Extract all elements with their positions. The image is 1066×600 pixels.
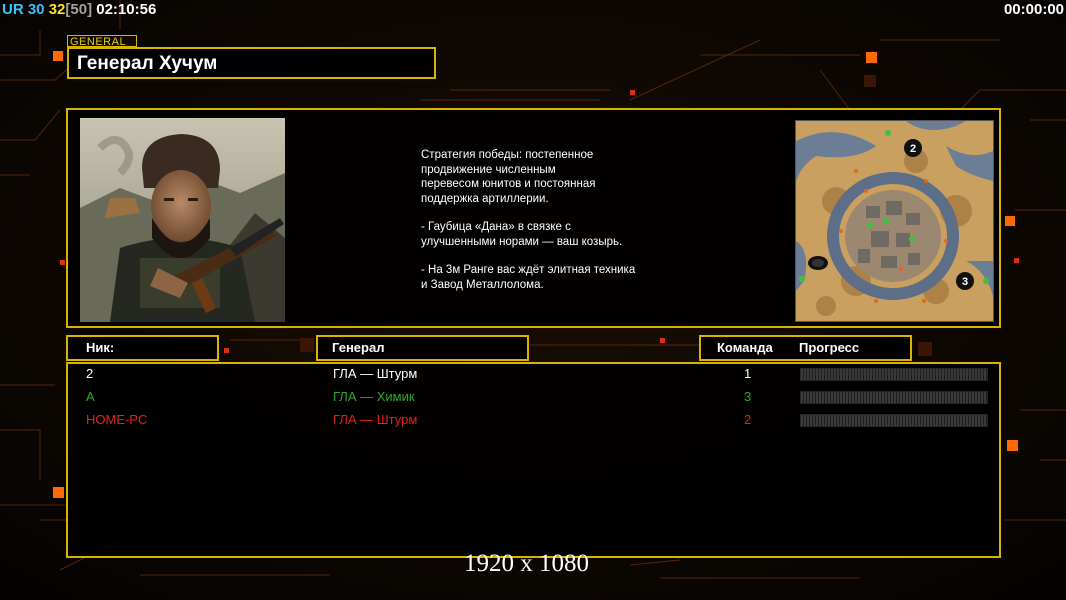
- player-general: ГЛА — Химик: [333, 389, 415, 404]
- desc-line: Стратегия победы: постепенное: [421, 149, 594, 161]
- progress-bar: [800, 414, 988, 427]
- hud-bracket-value: [50]: [65, 1, 93, 18]
- desc-line: поддержка артиллерии.: [421, 192, 549, 205]
- desc-line: - На 3м Ранге вас ждёт элитная техника: [421, 264, 636, 276]
- nick-header-label: Ник:: [86, 340, 115, 355]
- resolution-label: 1920 x 1080: [464, 550, 589, 577]
- desc-line: и Завод Металлолома.: [421, 278, 544, 291]
- hud-stats: UR 30 32[50] 02:10:56: [2, 1, 156, 18]
- desc-line: улучшенными норами — ваш козырь.: [421, 235, 623, 248]
- player-general: ГЛА — Штурм: [333, 366, 418, 381]
- team-header-label: Команда: [717, 340, 773, 355]
- player-team: 1: [744, 366, 752, 381]
- hud-timer: 00:00:00: [1003, 1, 1064, 18]
- general-info-panel: Стратегия победы: постепенное продвижени…: [66, 108, 1001, 328]
- player-team: 3: [744, 389, 752, 404]
- hud-value-1: 30: [27, 1, 45, 18]
- progress-header-label: Прогресс: [799, 340, 860, 355]
- general-portrait: [80, 118, 285, 322]
- map-preview[interactable]: 2 3: [795, 120, 994, 322]
- progress-bar: [800, 391, 988, 404]
- player-list: 2 ГЛА — Штурм 1 A ГЛА — Химик 3 HOME-PC …: [66, 362, 1001, 558]
- general-column-header: Генерал: [316, 335, 529, 361]
- general-description: Стратегия победы: постепенное продвижени…: [421, 148, 721, 306]
- map-spot-label: 3: [962, 276, 968, 288]
- desc-line: - Гаубица «Дана» в связке с: [421, 221, 571, 233]
- general-title-box: Генерал Хучум: [67, 47, 436, 79]
- nick-column-header: Ник:: [66, 335, 219, 361]
- player-nick: 2: [86, 366, 94, 381]
- hud-clock: 02:10:56: [96, 1, 157, 18]
- general-tag: GENERAL: [67, 35, 137, 48]
- hud-prefix: UR: [2, 1, 24, 18]
- player-row: 2 ГЛА — Штурм 1: [68, 364, 999, 386]
- player-team: 2: [744, 412, 752, 427]
- player-general: ГЛА — Штурм: [333, 412, 418, 427]
- player-row: HOME-PC ГЛА — Штурм 2: [68, 410, 999, 432]
- player-row: A ГЛА — Химик 3: [68, 387, 999, 409]
- player-nick: HOME-PC: [86, 412, 148, 427]
- general-header-label: Генерал: [332, 340, 385, 355]
- general-name: Генерал Хучум: [77, 53, 218, 74]
- hud-value-2: 32: [48, 1, 66, 18]
- player-nick: A: [86, 389, 95, 404]
- desc-line: перевесом юнитов и постоянная: [421, 178, 596, 190]
- progress-bar: [800, 368, 988, 381]
- team-progress-header: Команда Прогресс: [699, 335, 912, 361]
- desc-line: продвижение численным: [421, 163, 556, 176]
- map-spot-label: 2: [910, 143, 916, 155]
